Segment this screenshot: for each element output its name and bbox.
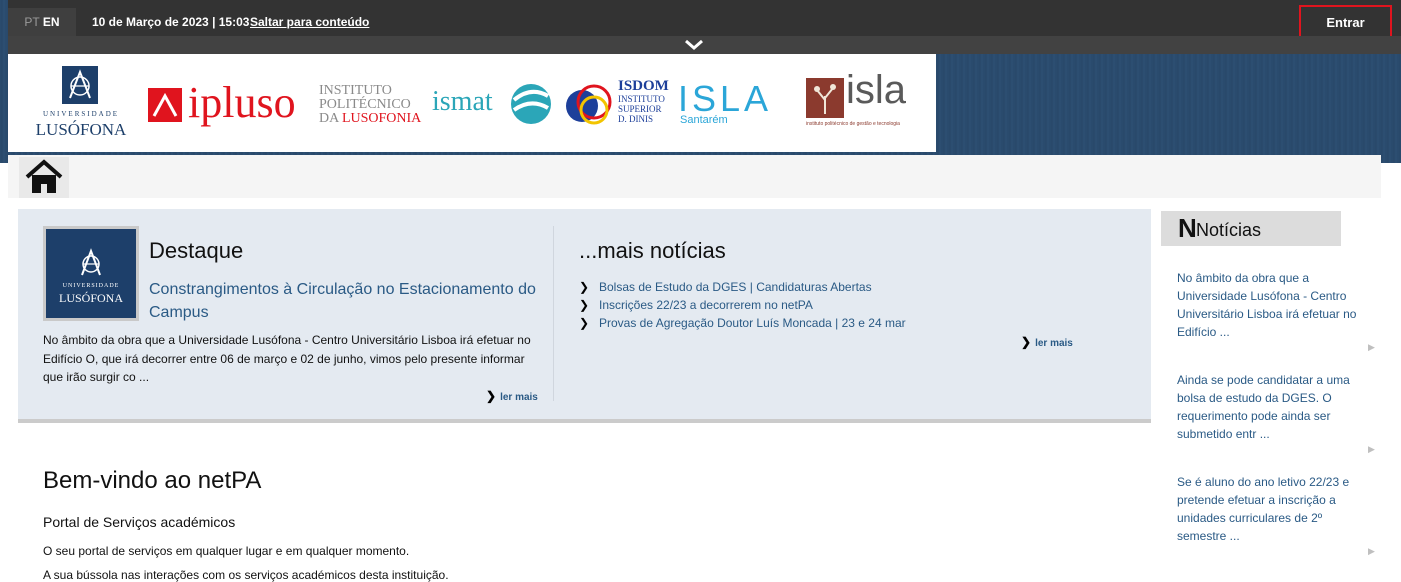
news-item-label: Provas de Agregação Doutor Luís Moncada …: [599, 316, 906, 330]
ismat-swirl-icon: [511, 84, 551, 124]
lusofona-emblem-icon: [62, 66, 98, 104]
featured-article-link[interactable]: Constrangimentos à Circulação no Estacio…: [149, 278, 539, 324]
isdom-title: ISDOM: [618, 78, 669, 94]
universidade-lusofona-logo[interactable]: UNIVERSIDADE LUSÓFONA: [26, 66, 136, 142]
featured-read-more-link[interactable]: ❯ ler mais: [486, 389, 538, 403]
skip-to-content-link[interactable]: Saltar para conteúdo: [250, 15, 369, 29]
ipl-line3-highlight: LUSOFONIA: [341, 111, 422, 126]
santarem-text: Santarém: [680, 114, 728, 126]
chevron-right-icon: ❯: [579, 298, 590, 312]
isla-subtitle: instituto politécnico de gestão e tecnol…: [806, 121, 900, 127]
featured-article-summary: No âmbito da obra que a Universidade Lus…: [43, 333, 531, 384]
thumb-small-text: UNIVERSIDADE: [62, 283, 120, 289]
ipl-line1: INSTITUTO: [319, 83, 392, 98]
thumb-big-text: LUSÓFONA: [58, 291, 123, 305]
isdom-line4: D. DINIS: [618, 114, 653, 124]
news-item-label: Bolsas de Estudo da DGES | Candidaturas …: [599, 280, 872, 294]
collapse-bar: [8, 36, 1401, 54]
login-button[interactable]: Entrar: [1299, 5, 1392, 40]
news-sidebar-label: Notícias: [1196, 220, 1262, 240]
panel-divider: [553, 226, 554, 401]
sidebar-news-item[interactable]: Se é aluno do ano letivo 22/23 e pretend…: [1177, 473, 1362, 545]
welcome-title: Bem-vindo ao netPA: [43, 467, 262, 494]
ismat-logo[interactable]: ismat: [432, 80, 554, 128]
ipluso-text: ipluso: [188, 78, 296, 127]
news-item[interactable]: ❯ Inscrições 22/23 a decorrerem no netPA: [579, 297, 906, 315]
isdom-line2: INSTITUTO: [618, 94, 665, 104]
isdom-circles-icon: [566, 84, 612, 125]
home-icon: [25, 159, 63, 193]
chevron-right-icon: ❯: [579, 316, 590, 330]
welcome-continued-text: A sua bússola nas interações com os serv…: [43, 568, 449, 582]
current-datetime: 10 de Março de 2023 | 15:03: [92, 15, 250, 29]
ismat-text: ismat: [432, 86, 493, 117]
institutions-logo-strip: UNIVERSIDADE LUSÓFONA ipluso INSTITUTO P…: [8, 54, 936, 152]
welcome-description: O seu portal de serviços em qualquer lug…: [43, 544, 410, 558]
isla-text: isla: [846, 68, 907, 112]
breadcrumb-bar: [8, 155, 1381, 198]
more-news-heading: ...mais notícias: [579, 238, 726, 263]
more-news-read-more-label: ler mais: [1035, 338, 1073, 349]
featured-panel-border: [18, 419, 1151, 423]
lang-pt-link[interactable]: PT: [24, 15, 39, 29]
lang-en-link[interactable]: EN: [43, 15, 60, 29]
isdom-line3: SUPERIOR: [618, 104, 662, 114]
ipl-logo[interactable]: INSTITUTO POLITÉCNICO DA LUSOFONIA: [319, 84, 434, 130]
chevron-down-icon[interactable]: [684, 38, 704, 52]
featured-read-more-label: ler mais: [500, 392, 538, 403]
featured-heading: Destaque: [149, 238, 244, 263]
ipl-line2: POLITÉCNICO: [319, 97, 411, 112]
sidebar-news-item[interactable]: Ainda se pode candidatar a uma bolsa de …: [1177, 371, 1362, 443]
lusofona-big-text: LUSÓFONA: [35, 120, 127, 139]
sidebar-news-item[interactable]: No âmbito da obra que a Universidade Lus…: [1177, 269, 1362, 341]
isdom-logo[interactable]: ISDOM INSTITUTO SUPERIOR D. DINIS: [564, 78, 669, 130]
welcome-subtitle: Portal de Serviços académicos: [43, 514, 236, 530]
more-news-read-more-link[interactable]: ❯ ler mais: [1021, 335, 1073, 349]
chevron-right-icon[interactable]: ▶: [1368, 342, 1375, 353]
news-item[interactable]: ❯ Bolsas de Estudo da DGES | Candidaturas…: [579, 279, 906, 297]
chevron-right-icon: ❯: [579, 280, 590, 294]
isla-logo[interactable]: isla instituto politécnico de gestão e t…: [806, 68, 930, 130]
home-button[interactable]: [19, 157, 69, 198]
lusofona-small-text: UNIVERSIDADE: [42, 110, 120, 118]
ipluso-logo[interactable]: ipluso: [148, 78, 310, 128]
featured-thumbnail[interactable]: UNIVERSIDADE LUSÓFONA: [46, 229, 136, 318]
more-news-list: ❯ Bolsas de Estudo da DGES | Candidaturas…: [579, 279, 906, 333]
ipl-line3-prefix: DA: [319, 111, 342, 126]
isla-santarem-logo[interactable]: ISLA Santarém: [678, 78, 796, 128]
chevron-right-icon: ❯: [486, 389, 497, 403]
language-switcher: PT EN: [8, 8, 76, 36]
news-item-label: Inscrições 22/23 a decorrerem no netPA: [599, 298, 813, 312]
lusofona-emblem-icon: [81, 248, 101, 276]
news-item[interactable]: ❯ Provas de Agregação Doutor Luís Moncada…: [579, 315, 906, 333]
chevron-right-icon[interactable]: ▶: [1368, 546, 1375, 557]
news-sidebar-title: N Notícias: [1161, 211, 1341, 246]
ipluso-mark-icon: [148, 88, 182, 122]
ipl-line3: DA LUSOFONIA: [319, 112, 434, 126]
chevron-right-icon[interactable]: ▶: [1368, 444, 1375, 455]
isla-tree-icon: [806, 78, 844, 118]
chevron-right-icon: ❯: [1021, 335, 1032, 349]
news-sidebar-initial: N: [1178, 213, 1197, 243]
